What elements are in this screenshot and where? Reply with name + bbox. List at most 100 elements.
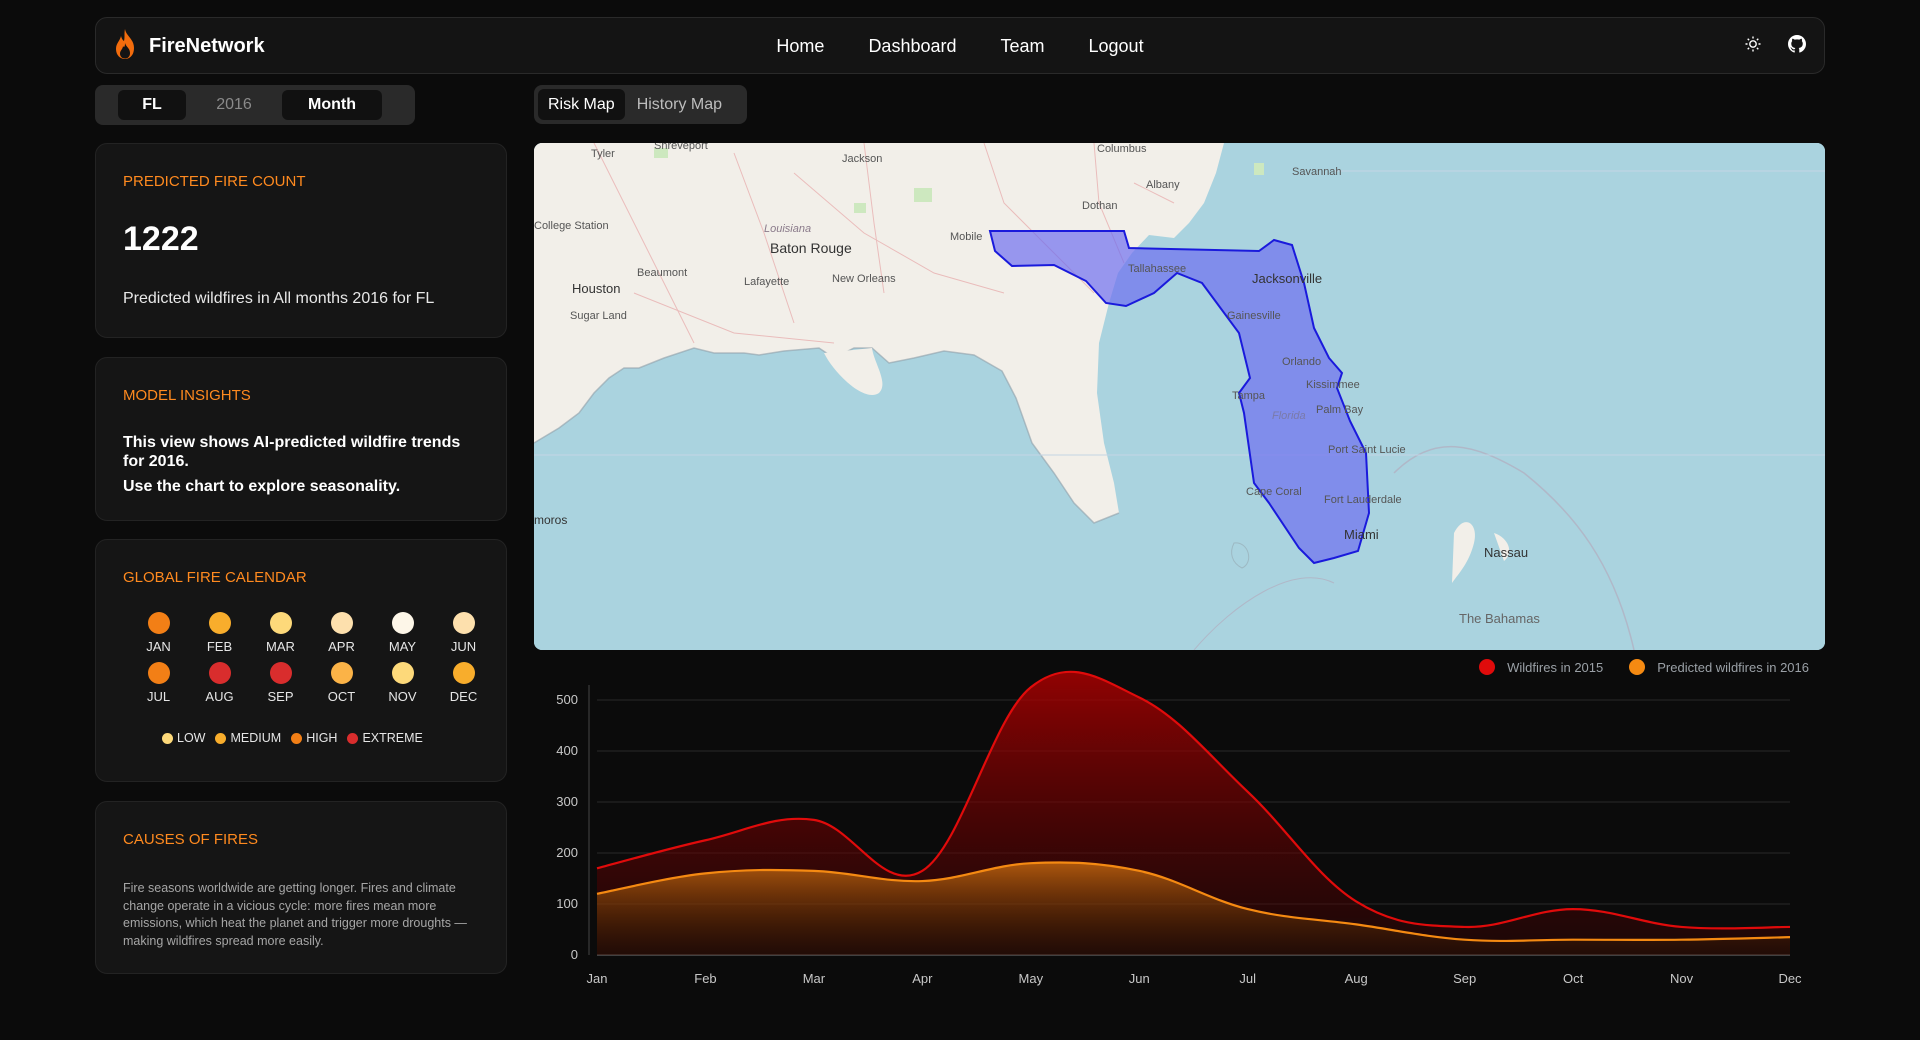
map-tabs: Risk Map History Map xyxy=(534,85,747,124)
card-title: MODEL INSIGHTS xyxy=(123,387,251,404)
calendar-month-label: APR xyxy=(328,639,355,654)
tab-risk-map[interactable]: Risk Map xyxy=(538,89,625,120)
calendar-month-label: DEC xyxy=(449,689,478,704)
calendar-dot xyxy=(452,612,475,634)
legend-dot xyxy=(215,732,227,744)
legend-2015[interactable]: Wildfires in 2015 xyxy=(1479,659,1603,675)
data-point[interactable] xyxy=(702,837,708,843)
map-label: Port Saint Lucie xyxy=(1328,444,1406,456)
calendar-month: JUL xyxy=(128,662,189,704)
calendar-month-label: JAN xyxy=(146,639,171,654)
calendar-month-label: JUN xyxy=(450,639,477,654)
data-point[interactable] xyxy=(811,868,817,874)
filter-selector: FL 2016 Month xyxy=(95,85,415,125)
legend-dot xyxy=(162,732,173,744)
map-label: Louisiana xyxy=(764,223,811,235)
data-point[interactable] xyxy=(811,817,817,823)
chart-legend: Wildfires in 2015 Predicted wildfires in… xyxy=(1479,659,1809,675)
legend-2016[interactable]: Predicted wildfires in 2016 xyxy=(1629,659,1809,675)
data-point[interactable] xyxy=(1245,906,1251,912)
top-navbar: FireNetwork Home Dashboard Team Logout xyxy=(95,17,1825,74)
calendar-legend-item: LOW xyxy=(162,731,205,745)
nav-team[interactable]: Team xyxy=(1001,36,1045,57)
map-label: Fort Lauderdale xyxy=(1324,494,1402,506)
y-tick-label: 300 xyxy=(556,794,578,809)
y-tick-label: 400 xyxy=(556,743,578,758)
map-label: Tampa xyxy=(1232,390,1266,402)
data-point[interactable] xyxy=(919,868,925,874)
calendar-dot xyxy=(208,662,231,684)
data-point[interactable] xyxy=(1787,924,1793,930)
data-point[interactable] xyxy=(594,891,600,897)
year-select[interactable]: 2016 xyxy=(186,90,282,120)
map-label: Nassau xyxy=(1484,545,1528,560)
main-nav: Home Dashboard Team Logout xyxy=(96,18,1824,75)
calendar-month-label: AUG xyxy=(205,689,234,704)
data-point[interactable] xyxy=(1570,906,1576,912)
flame-icon xyxy=(113,28,137,65)
map-label: Albany xyxy=(1146,179,1180,191)
nav-logout[interactable]: Logout xyxy=(1089,36,1144,57)
x-tick-label: Oct xyxy=(1563,971,1584,986)
data-point[interactable] xyxy=(1028,684,1034,690)
calendar-dot xyxy=(147,612,170,634)
calendar-legend-item: MEDIUM xyxy=(215,731,281,745)
sun-icon[interactable] xyxy=(1744,35,1762,58)
data-point[interactable] xyxy=(1462,924,1468,930)
calendar-month: JUN xyxy=(433,612,494,654)
map-label: Baton Rouge xyxy=(770,240,852,256)
x-tick-label: Jul xyxy=(1239,971,1256,986)
insight-line-2: Use the chart to explore seasonality. xyxy=(123,478,401,495)
legend-label: Wildfires in 2015 xyxy=(1507,659,1604,675)
calendar-month-label: OCT xyxy=(327,689,356,704)
calendar-month: MAR xyxy=(250,612,311,654)
x-tick-label: Nov xyxy=(1670,971,1694,986)
state-select[interactable]: FL xyxy=(118,90,186,120)
calendar-dot xyxy=(208,612,231,634)
card-title: CAUSES OF FIRES xyxy=(123,831,259,848)
card-title: GLOBAL FIRE CALENDAR xyxy=(123,569,307,586)
predicted-subtitle: Predicted wildfires in All months 2016 f… xyxy=(123,290,435,307)
data-point[interactable] xyxy=(702,870,708,876)
nav-dashboard[interactable]: Dashboard xyxy=(868,36,956,57)
map-label: Tyler xyxy=(591,148,615,160)
data-point[interactable] xyxy=(1570,937,1576,943)
map-label: New Orleans xyxy=(832,273,896,285)
data-point[interactable] xyxy=(1353,921,1359,927)
map-label: Tallahassee xyxy=(1128,263,1186,275)
map-label: The Bahamas xyxy=(1459,611,1540,626)
calendar-month: AUG xyxy=(189,662,250,704)
data-point[interactable] xyxy=(594,865,600,871)
y-tick-label: 500 xyxy=(556,692,578,707)
map-label: College Station xyxy=(534,220,609,232)
mode-select[interactable]: Month xyxy=(282,90,382,120)
brand[interactable]: FireNetwork xyxy=(113,28,265,64)
card-title: PREDICTED FIRE COUNT xyxy=(123,173,306,190)
legend-label: LOW xyxy=(177,731,206,745)
data-point[interactable] xyxy=(1679,924,1685,930)
calendar-legend-item: HIGH xyxy=(291,731,337,745)
calendar-dot xyxy=(269,612,292,634)
data-point[interactable] xyxy=(1679,937,1685,943)
data-point[interactable] xyxy=(919,878,925,884)
nav-home[interactable]: Home xyxy=(776,36,824,57)
calendar-dot xyxy=(269,662,292,684)
wildfire-chart: Wildfires in 2015 Predicted wildfires in… xyxy=(534,650,1825,1000)
data-point[interactable] xyxy=(1462,937,1468,943)
risk-map[interactable]: Tyler Shreveport Jackson Columbus Albany… xyxy=(534,143,1825,650)
data-point[interactable] xyxy=(1245,789,1251,795)
data-point[interactable] xyxy=(1136,694,1142,700)
data-point[interactable] xyxy=(1353,898,1359,904)
calendar-dot xyxy=(391,612,414,634)
calendar-month-label: FEB xyxy=(206,639,233,654)
y-tick-label: 100 xyxy=(556,896,578,911)
legend-dot-2016 xyxy=(1629,659,1646,675)
map-label: Savannah xyxy=(1292,166,1342,178)
data-point[interactable] xyxy=(1136,868,1142,874)
tab-history-map[interactable]: History Map xyxy=(627,89,732,120)
x-tick-label: May xyxy=(1019,971,1044,986)
data-point[interactable] xyxy=(1787,934,1793,940)
github-icon[interactable] xyxy=(1788,35,1806,58)
data-point[interactable] xyxy=(1028,860,1034,866)
legend-label: MEDIUM xyxy=(230,731,282,745)
